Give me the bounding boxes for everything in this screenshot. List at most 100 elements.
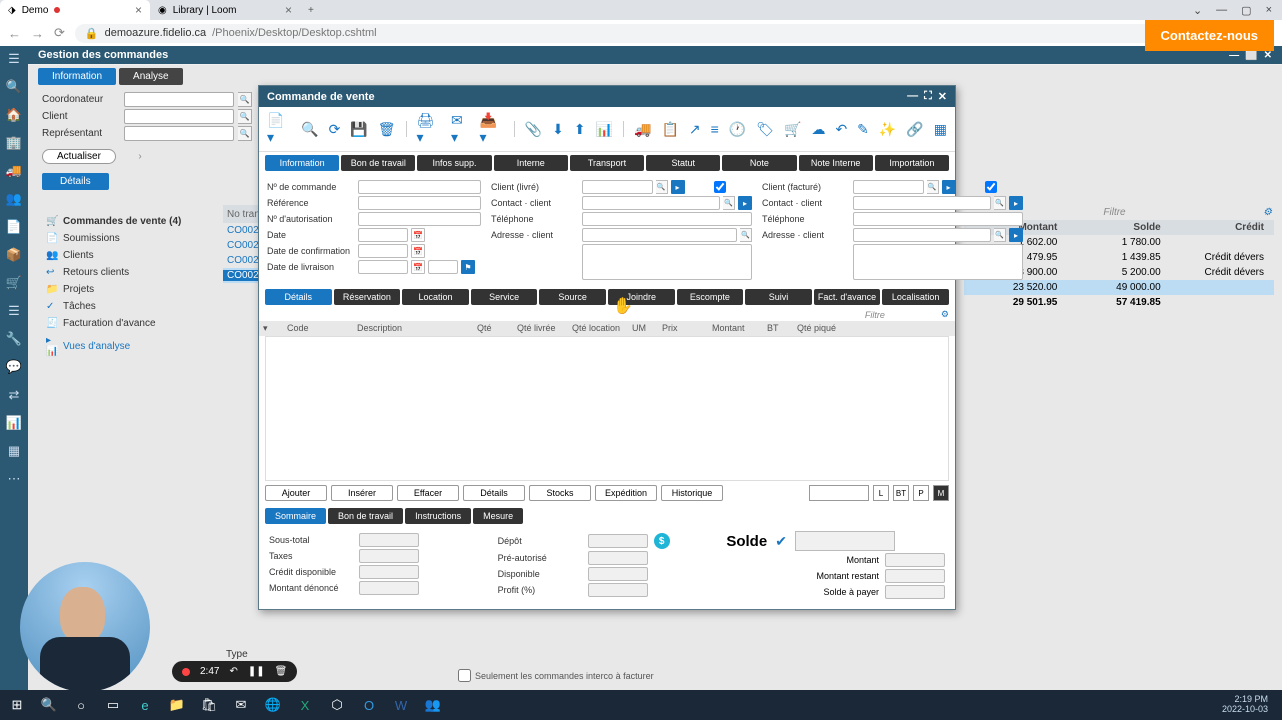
tag-icon[interactable]: 🏷 — [756, 121, 774, 138]
close-icon[interactable]: × — [135, 3, 142, 17]
chart-icon[interactable]: 📊 — [6, 415, 22, 431]
open-icon[interactable]: ▸ — [942, 180, 956, 194]
mtab-transport[interactable]: Transport — [570, 155, 644, 171]
adresse2-textarea[interactable] — [853, 244, 1023, 280]
search-icon[interactable]: 🔍 — [301, 121, 318, 138]
outlook-icon[interactable]: O — [358, 694, 380, 716]
browser-tab-loom[interactable]: ◉ Library | Loom × — [150, 0, 300, 20]
inserer-button[interactable]: Insérer — [331, 485, 393, 501]
chart-icon[interactable]: 📊 — [596, 121, 613, 138]
mail-icon[interactable]: ✉ — [230, 694, 252, 716]
download-icon[interactable]: ⬇ — [552, 121, 564, 138]
dtab-service[interactable]: Service — [471, 289, 538, 305]
chat-icon[interactable]: 💬 — [6, 359, 22, 375]
client-livre-input[interactable] — [582, 180, 653, 194]
save-icon[interactable]: 💾 — [350, 121, 367, 138]
upload-icon[interactable]: ⬆ — [574, 121, 586, 138]
cart-icon[interactable]: 🛒 — [784, 121, 801, 138]
close-window-icon[interactable]: × — [1266, 4, 1272, 17]
search-icon[interactable]: 🔍 — [38, 694, 60, 716]
box-icon[interactable]: 📦 — [6, 247, 22, 263]
maximize-icon[interactable]: ▢ — [1241, 4, 1251, 17]
tab-analyse[interactable]: Analyse — [119, 68, 183, 85]
col-prix[interactable]: Prix — [658, 323, 708, 334]
word-icon[interactable]: W — [390, 694, 412, 716]
actualiser-button[interactable]: Actualiser — [42, 149, 116, 164]
effacer-button[interactable]: Effacer — [397, 485, 459, 501]
mtab-infos[interactable]: Infos supp. — [417, 155, 491, 171]
p-button[interactable]: P — [913, 485, 929, 501]
interco-checkbox-row[interactable]: Seulement les commandes interco à factur… — [458, 669, 654, 682]
stocks-button[interactable]: Stocks — [529, 485, 591, 501]
tree-vues[interactable]: ▸📊Vues d'analyse — [42, 332, 217, 360]
back-icon[interactable]: ← — [8, 26, 21, 41]
coordonnateur-input[interactable] — [124, 92, 234, 107]
grid-icon[interactable]: ▦ — [934, 121, 947, 138]
open-icon[interactable]: ▸ — [738, 196, 752, 210]
table-row[interactable]: 29 501.9557 419.85 — [964, 295, 1274, 310]
list-icon[interactable]: ≡ — [711, 121, 719, 137]
bt-button[interactable]: BT — [893, 485, 909, 501]
pause-icon[interactable]: ❚❚ — [248, 666, 265, 677]
wand-icon[interactable]: ✨ — [879, 121, 896, 138]
dtab-source[interactable]: Source — [539, 289, 606, 305]
dtab-location[interactable]: Location — [402, 289, 469, 305]
col-code[interactable]: Code — [283, 323, 353, 334]
tab-details[interactable]: Détails — [42, 173, 109, 190]
mtab-information[interactable]: Information — [265, 155, 339, 171]
gear-icon[interactable]: ⚙ — [1263, 207, 1272, 218]
swap-icon[interactable]: ⇄ — [9, 387, 20, 403]
tree-commandes[interactable]: 🛒Commandes de vente (4) — [42, 213, 217, 230]
contact-us-button[interactable]: Contactez-nous — [1145, 20, 1275, 51]
line-search-input[interactable] — [809, 485, 869, 501]
ajouter-button[interactable]: Ajouter — [265, 485, 327, 501]
table-row[interactable]: 23 520.0049 000.00 — [964, 280, 1274, 295]
taskview-icon[interactable]: ▭ — [102, 694, 124, 716]
search-icon[interactable]: 🔍 — [238, 126, 252, 141]
search-icon[interactable]: 🔍 — [6, 79, 22, 95]
details-button[interactable]: Détails — [463, 485, 525, 501]
pen-icon[interactable]: ✎ — [857, 121, 869, 138]
file-icon[interactable]: 📄 — [6, 219, 22, 235]
explorer-icon[interactable]: 📁 — [166, 694, 188, 716]
tree-soumissions[interactable]: 📄Soumissions — [42, 230, 217, 247]
system-tray[interactable]: 2:19 PM 2022-10-03 — [1222, 695, 1276, 715]
search-icon[interactable]: 🔍 — [723, 196, 735, 210]
tree-projets[interactable]: 📁Projets — [42, 281, 217, 298]
calendar-icon[interactable]: 📅 — [411, 244, 425, 258]
l-button[interactable]: L — [873, 485, 889, 501]
minimize-icon[interactable]: — — [1229, 50, 1239, 61]
adresse-input[interactable] — [582, 228, 737, 242]
dtab-suivi[interactable]: Suivi — [745, 289, 812, 305]
users-icon[interactable]: 👥 — [6, 191, 22, 207]
dtab-joindre[interactable]: Joindre — [608, 289, 675, 305]
expedition-button[interactable]: Expédition — [595, 485, 657, 501]
mtab-interne[interactable]: Interne — [494, 155, 568, 171]
mtab-note-interne[interactable]: Note Interne — [799, 155, 873, 171]
export-icon[interactable]: 📥▾ — [480, 112, 504, 146]
tree-taches[interactable]: ✓Tâches — [42, 298, 217, 315]
minimize-icon[interactable]: — — [1216, 4, 1227, 17]
menu-icon[interactable]: ☰ — [8, 51, 20, 67]
tree-retours[interactable]: ↩Retours clients — [42, 264, 217, 281]
client-livre-chk[interactable] — [688, 181, 753, 193]
calendar-icon[interactable]: 📅 — [411, 228, 425, 242]
col-bt[interactable]: BT — [763, 323, 793, 334]
historique-button[interactable]: Historique — [661, 485, 723, 501]
stab-mesure[interactable]: Mesure — [473, 508, 523, 524]
time-input[interactable] — [428, 260, 458, 274]
maximize-icon[interactable]: ⛶ — [924, 90, 932, 103]
adresse2-input[interactable] — [853, 228, 991, 242]
contact2-input[interactable] — [853, 196, 991, 210]
stab-bon[interactable]: Bon de travail — [328, 508, 403, 524]
col-qte[interactable]: Qté — [473, 323, 513, 334]
dtab-details[interactable]: Détails — [265, 289, 332, 305]
trash-icon[interactable]: 🗑 — [275, 666, 288, 677]
interco-checkbox[interactable] — [458, 669, 471, 682]
dollar-icon[interactable]: $ — [654, 533, 670, 549]
home-icon[interactable]: 🏠 — [6, 107, 22, 123]
open-icon[interactable]: ▸ — [671, 180, 685, 194]
open-icon[interactable]: ▸ — [1009, 196, 1023, 210]
col-qte-pique[interactable]: Qté piqué — [793, 323, 848, 334]
client-facture-input[interactable] — [853, 180, 924, 194]
